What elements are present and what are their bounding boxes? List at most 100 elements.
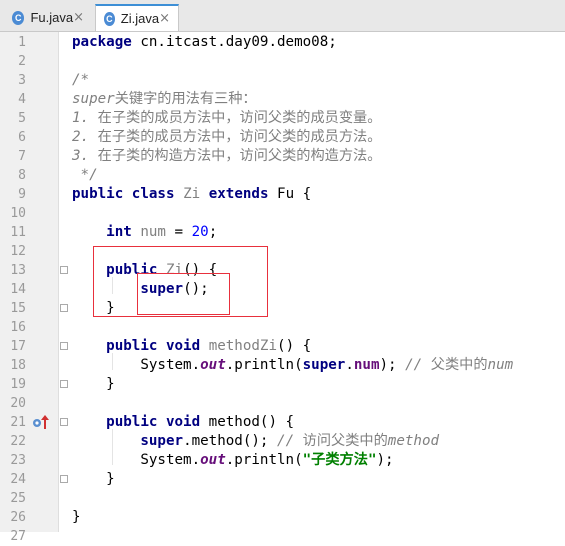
code-token: .println( [225,452,303,468]
code-text: } [72,470,115,489]
code-line[interactable]: 14 super(); [0,280,565,299]
code-token: */ [72,167,98,183]
code-line[interactable]: 13 public Zi() { [0,261,565,280]
tab-fu-java[interactable]: C Fu.java × [4,4,92,31]
line-number: 15 [10,301,26,316]
code-line[interactable]: 4 super关键字的用法有三种： [0,90,565,109]
code-token: method() { [200,414,295,430]
code-token: /* [72,72,90,88]
code-token: 关键字的用法有三种： [114,91,257,107]
code-text: 1. 在子类的成员方法中，访问父类的成员变量。 [72,109,381,128]
line-number: 2 [18,54,26,69]
code-line[interactable]: 21 public void method() { [0,413,565,432]
code-text: public void method() { [72,413,294,432]
fold-marker[interactable] [60,380,68,388]
code-line[interactable]: 16 [0,318,565,337]
code-text: */ [72,166,98,185]
line-number: 13 [10,263,26,278]
tab-zi-java[interactable]: C Zi.java × [95,4,179,31]
code-token: public [106,414,158,430]
line-number: 11 [10,225,26,240]
code-token: method [387,433,440,449]
code-line[interactable]: 26} [0,508,565,527]
line-number: 18 [10,358,26,373]
code-token: super [140,433,184,449]
code-line[interactable]: 7 3. 在子类的构造方法中，访问父类的构造方法。 [0,147,565,166]
line-number: 20 [10,396,26,411]
line-number: 7 [18,149,26,164]
code-line[interactable]: 15 } [0,299,565,318]
code-text: public class Zi extends Fu { [72,185,311,204]
code-token: ; [208,224,218,240]
code-line[interactable]: 2 [0,52,565,71]
super-call-highlight-box [137,273,230,315]
line-number: 12 [10,244,26,259]
code-line[interactable]: 12 [0,242,565,261]
overrides-method-icon[interactable] [32,414,52,430]
code-line[interactable]: 6 2. 在子类的成员方法中，访问父类的成员方法。 [0,128,565,147]
code-token: void [165,414,201,430]
code-line[interactable]: 11 int num = 20; [0,223,565,242]
code-token: extends [208,186,269,202]
code-text: int num = 20; [72,223,217,242]
close-icon[interactable]: × [73,10,84,25]
code-line[interactable]: 18 System.out.println(super.num); // 父类中… [0,356,565,375]
code-text: super关键字的用法有三种： [72,90,257,109]
code-line[interactable]: 22 super.method(); // 访问父类中的method [0,432,565,451]
code-line[interactable]: 1 package cn.itcast.day09.demo08; [0,33,565,52]
line-number: 17 [10,339,26,354]
close-icon[interactable]: × [159,11,170,26]
fold-marker[interactable] [60,304,68,312]
code-token: int [106,224,132,240]
code-token: 在子类的构造方法中，访问父类的构造方法。 [97,148,382,164]
line-number: 24 [10,472,26,487]
code-token: .method(); [183,433,278,449]
code-token: out [200,357,226,373]
fold-marker[interactable] [60,266,68,274]
code-token: methodZi [208,338,278,354]
code-line[interactable]: 24 } [0,470,565,489]
class-icon: C [104,11,115,26]
code-token: public [72,186,124,202]
fold-marker[interactable] [60,475,68,483]
code-token: out [200,452,226,468]
code-line[interactable]: 9 public class Zi extends Fu { [0,185,565,204]
code-text: System.out.println("子类方法"); [72,451,394,470]
code-line[interactable]: 23 System.out.println("子类方法"); [0,451,565,470]
fold-marker[interactable] [60,342,68,350]
code-line[interactable]: 27 [0,527,565,546]
code-token: // [405,357,431,373]
line-number: 27 [10,529,26,544]
code-text: } [72,375,115,394]
code-token: Fu { [268,186,312,202]
code-token: 1. [72,110,98,126]
code-token: 2. [72,129,98,145]
line-number: 8 [18,168,26,183]
line-number: 4 [18,92,26,107]
line-number: 25 [10,491,26,506]
fold-marker[interactable] [60,418,68,426]
code-line[interactable]: 5 1. 在子类的成员方法中，访问父类的成员变量。 [0,109,565,128]
code-line[interactable]: 20 [0,394,565,413]
code-line[interactable]: 10 [0,204,565,223]
line-number: 9 [18,187,26,202]
code-line[interactable]: 17 public void methodZi() { [0,337,565,356]
tab-label: Zi.java [120,11,160,26]
code-line[interactable]: 25 [0,489,565,508]
code-token: ); [379,357,406,373]
code-line[interactable]: 3 /* [0,71,565,90]
line-number: 21 [10,415,26,430]
code-line[interactable]: 8 */ [0,166,565,185]
code-token: Zi [183,186,201,202]
code-text: } [72,508,81,527]
code-token: } [72,471,115,487]
code-token: ); [376,452,394,468]
code-line[interactable]: 19 } [0,375,565,394]
code-token: . [345,357,354,373]
